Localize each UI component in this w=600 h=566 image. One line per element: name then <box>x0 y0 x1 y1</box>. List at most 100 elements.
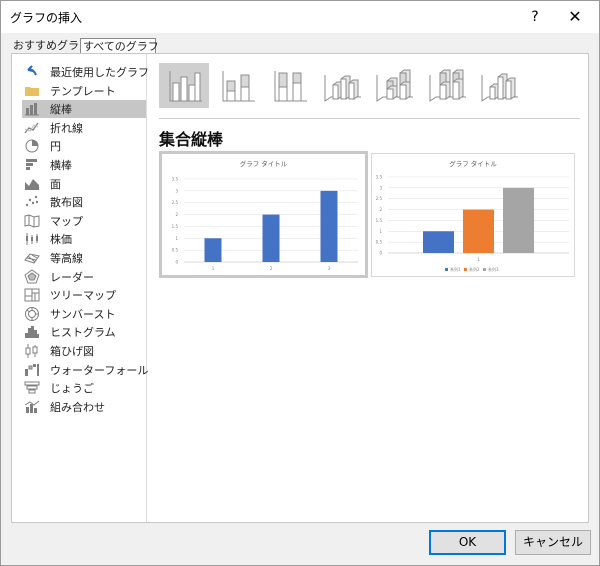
3d-stacked-column-icon <box>371 63 417 108</box>
sidebar-item-label: サンバースト <box>50 307 116 321</box>
x-tick-label: 2 <box>270 266 273 271</box>
waterfall-chart-icon <box>24 363 40 377</box>
line-chart-icon <box>24 121 40 135</box>
sidebar-item-recent[interactable]: 最近使用したグラフ <box>22 63 149 81</box>
bar <box>320 190 338 262</box>
sidebar-item-radar-chart[interactable]: レーダー <box>22 268 146 286</box>
sidebar-item-stock-chart[interactable]: 株価 <box>22 230 146 248</box>
bar <box>204 238 222 262</box>
sidebar-item-label: レーダー <box>50 270 94 284</box>
sidebar-item-histogram-chart[interactable]: ヒストグラム <box>22 323 146 341</box>
gallery-item-100-stacked-column[interactable] <box>264 63 314 108</box>
bar <box>262 214 280 262</box>
y-tick-label: 1.5 <box>172 224 179 229</box>
chart-preview-1[interactable]: グラフ タイトル 0 0.5 1 1.5 2 2.5 3 3.5 1 2 3 <box>159 151 368 278</box>
sidebar-item-area-chart[interactable]: 面 <box>22 175 146 193</box>
sidebar-item-folder[interactable]: テンプレート <box>22 82 146 100</box>
dialog-title: グラフの挿入 <box>10 11 83 25</box>
column-chart-icon <box>24 102 40 116</box>
y-tick-label: 3 <box>175 188 178 193</box>
sidebar-item-waterfall-chart[interactable]: ウォーターフォール <box>22 361 149 379</box>
y-tick-label: 0 <box>175 260 178 265</box>
insert-chart-dialog: グラフの挿入 ? ✕ おすすめグラフ すべてのグラフ 最近使用したグラフ テンプレ… <box>0 0 600 566</box>
bar <box>503 187 534 253</box>
gallery-item-3d-column[interactable] <box>474 63 524 108</box>
gallery-item-3d-100-stacked-column[interactable] <box>422 63 472 108</box>
3d-100-stacked-column-icon <box>424 63 470 108</box>
bar <box>463 209 494 253</box>
sidebar-item-label: 円 <box>50 140 61 154</box>
y-tick-label: 3.5 <box>376 175 383 180</box>
sidebar-item-box-whisker-chart[interactable]: 箱ひげ図 <box>22 342 146 360</box>
sidebar-item-column-chart[interactable]: 縦棒 <box>22 100 146 119</box>
histogram-chart-icon <box>24 325 40 339</box>
sidebar-item-label: 等高線 <box>50 252 83 265</box>
chart-preview-2-svg: グラフ タイトル 0 0.5 1 1.5 2 2.5 3 3.5 1 系列1 系列2 系列3 <box>376 159 569 272</box>
sidebar-item-label: マップ <box>50 214 83 228</box>
legend-swatch <box>445 268 448 271</box>
sidebar-item-label: ツリーマップ <box>50 289 116 303</box>
sidebar-item-treemap-chart[interactable]: ツリーマップ <box>22 286 146 304</box>
y-tick-label: 0 <box>379 251 382 256</box>
y-tick-label: 2 <box>175 212 178 217</box>
gallery-item-3d-clustered-column[interactable] <box>317 63 367 108</box>
sidebar-item-label: ヒストグラム <box>50 326 116 340</box>
sidebar-item-label: 株価 <box>50 233 72 247</box>
x-tick-label: 1 <box>477 257 480 262</box>
stacked-column-icon <box>214 63 260 108</box>
sidebar-item-sunburst-chart[interactable]: サンバースト <box>22 305 146 323</box>
bar-chart-icon <box>24 158 40 172</box>
ok-button[interactable]: OK <box>429 530 506 555</box>
folder-icon <box>24 84 40 98</box>
sidebar-item-combo-chart[interactable]: 組み合わせ <box>22 398 146 416</box>
3d-clustered-column-icon <box>319 63 365 108</box>
recent-icon <box>24 65 40 79</box>
radar-chart-icon <box>24 268 40 284</box>
sidebar-item-label: ウォーターフォール <box>50 363 149 377</box>
tab-recommended-charts[interactable]: おすすめグラフ <box>11 38 90 54</box>
sidebar-item-label: 組み合わせ <box>50 400 105 414</box>
treemap-chart-icon <box>24 288 40 302</box>
sidebar-item-label: 散布図 <box>50 196 83 210</box>
chart-panel: 最近使用したグラフ テンプレート縦棒折れ線円横棒面散布図マップ株価等高線レーダーツ… <box>11 53 589 523</box>
close-button[interactable]: ✕ <box>561 5 589 29</box>
combo-chart-icon <box>24 400 40 414</box>
sidebar-item-scatter-chart[interactable]: 散布図 <box>22 193 146 211</box>
sidebar-item-label: 折れ線 <box>50 121 83 135</box>
divider <box>159 118 580 119</box>
sidebar-item-surface-chart[interactable]: 等高線 <box>22 249 146 267</box>
y-tick-label: 3 <box>379 185 382 190</box>
sidebar-item-label: 横棒 <box>50 159 72 172</box>
sidebar-item-bar-chart[interactable]: 横棒 <box>22 156 146 174</box>
gallery-item-3d-stacked-column[interactable] <box>369 63 419 108</box>
clustered-column-icon <box>161 63 207 108</box>
sidebar-item-label: 箱ひげ図 <box>50 345 94 358</box>
chart-preview-2[interactable]: グラフ タイトル 0 0.5 1 1.5 2 2.5 3 3.5 1 系列1 系列2 系列3 <box>371 153 575 277</box>
dialog-footer: OK キャンセル <box>1 523 599 565</box>
100-stacked-column-icon <box>266 63 312 108</box>
y-tick-label: 2.5 <box>172 200 179 205</box>
x-tick-label: 1 <box>212 266 215 271</box>
y-tick-label: 0.5 <box>172 248 179 253</box>
sidebar-item-pie-chart[interactable]: 円 <box>22 137 146 155</box>
gallery-item-clustered-column[interactable] <box>159 63 209 108</box>
chart-type-list: 最近使用したグラフ テンプレート縦棒折れ線円横棒面散布図マップ株価等高線レーダーツ… <box>12 54 149 522</box>
help-button[interactable]: ? <box>523 5 547 29</box>
sidebar-item-label: じょうご <box>50 382 94 396</box>
pie-chart-icon <box>24 139 40 153</box>
subtype-title: 集合縦棒 <box>159 130 224 149</box>
sidebar-item-label: 縦棒 <box>50 103 72 117</box>
chart-preview-1-svg: グラフ タイトル 0 0.5 1 1.5 2 2.5 3 3.5 1 2 3 <box>172 159 358 271</box>
gallery-item-stacked-column[interactable] <box>212 63 262 108</box>
sidebar-item-line-chart[interactable]: 折れ線 <box>22 119 146 137</box>
legend-entry: 系列3 <box>488 266 499 272</box>
tab-all-charts[interactable]: すべてのグラフ <box>80 38 159 54</box>
legend-swatch <box>464 268 467 271</box>
sidebar-item-map-chart[interactable]: マップ <box>22 212 146 230</box>
chart-title: グラフ タイトル <box>240 159 288 168</box>
x-tick-label: 3 <box>328 266 331 271</box>
cancel-button[interactable]: キャンセル <box>515 530 591 555</box>
3d-column-icon <box>476 63 522 108</box>
sidebar-item-funnel-chart[interactable]: じょうご <box>22 379 146 397</box>
y-tick-label: 1.5 <box>376 218 383 223</box>
